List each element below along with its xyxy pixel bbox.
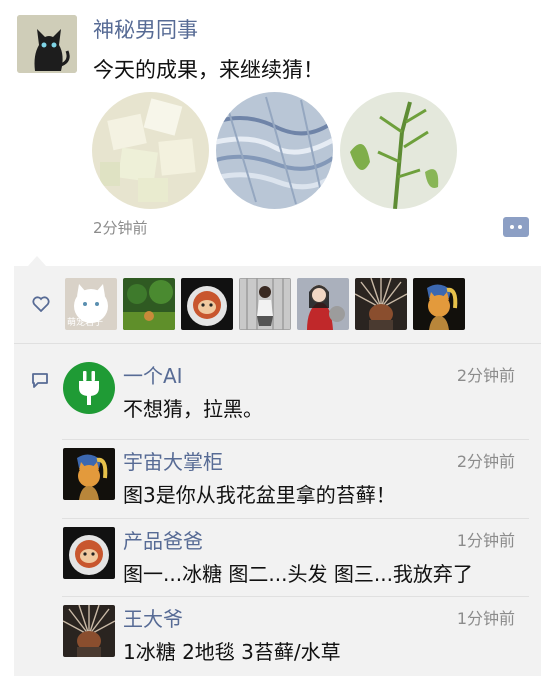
comment-item[interactable]: 王大爷 1分钟前 1冰糖 2地毯 3苔藓/水草 — [62, 605, 529, 683]
girl-photo-avatar[interactable] — [239, 278, 291, 330]
commenter-avatar[interactable] — [63, 448, 115, 500]
girl-cat-avatar[interactable] — [297, 278, 349, 330]
comment-item[interactable]: 一个AI 2分钟前 不想猜，拉黑。 — [62, 362, 529, 440]
black-cat-icon — [17, 15, 77, 73]
cat-pearl-earring-avatar[interactable] — [413, 278, 465, 330]
comment-text: 不想猜，拉黑。 — [123, 397, 263, 421]
poster-name[interactable]: 神秘男同事 — [93, 14, 198, 44]
divider — [62, 518, 529, 519]
divider — [62, 439, 529, 440]
commenter-name[interactable]: 王大爷 — [123, 603, 183, 632]
forest-avatar[interactable] — [123, 278, 175, 330]
post-time: 2分钟前 — [93, 219, 148, 237]
divider — [62, 596, 529, 597]
sloth-astronaut-avatar[interactable] — [181, 278, 233, 330]
comment-item[interactable]: 宇宙大掌柜 2分钟前 图3是你从我花盆里拿的苔藓！ — [62, 448, 529, 526]
cat-pearl-earring-avatar — [63, 448, 115, 500]
comment-time: 1分钟前 — [456, 609, 515, 628]
comment-time: 1分钟前 — [456, 531, 515, 550]
sunburst-avatar — [63, 605, 115, 657]
poster-avatar[interactable] — [17, 15, 77, 73]
commenter-avatar[interactable] — [63, 605, 115, 657]
commenter-name[interactable]: 产品爸爸 — [123, 525, 203, 554]
avatar-watermark: 萌宠君子 — [67, 318, 104, 328]
interaction-panel: 萌宠君子 一个AI 2分钟前 不想猜，拉黑。 宇宙大掌柜 2分钟前 图3是你从我… — [14, 266, 541, 676]
comment-item[interactable]: 产品爸爸 1分钟前 图一...冰糖 图二...头发 图三...我放弃了 — [62, 527, 529, 605]
commenter-name[interactable]: 宇宙大掌柜 — [123, 446, 223, 475]
more-options-button[interactable] — [503, 217, 529, 237]
sunburst-avatar[interactable] — [355, 278, 407, 330]
photo-sugar-crystals[interactable] — [92, 92, 209, 209]
commenter-name[interactable]: 一个AI — [123, 360, 183, 389]
commenter-avatar[interactable] — [63, 527, 115, 579]
comment-text: 图3是你从我花盆里拿的苔藓！ — [123, 483, 396, 507]
comment-text: 图一...冰糖 图二...头发 图三...我放弃了 — [123, 562, 473, 586]
white-cat-avatar[interactable]: 萌宠君子 — [65, 278, 117, 330]
panel-caret — [28, 256, 46, 266]
photo-blue-fibers[interactable] — [216, 92, 333, 209]
comment-text: 1冰糖 2地毯 3苔藓/水草 — [123, 640, 341, 664]
plug-icon — [63, 362, 115, 414]
likes-row: 萌宠君子 — [14, 266, 541, 344]
post-text: 今天的成果，来继续猜！ — [93, 58, 324, 82]
photo-green-moss[interactable] — [340, 92, 457, 209]
comment-icon — [32, 373, 48, 388]
comment-time: 2分钟前 — [456, 366, 515, 385]
commenter-avatar[interactable] — [63, 362, 115, 414]
heart-icon — [32, 296, 50, 312]
comment-time: 2分钟前 — [456, 452, 515, 471]
sloth-astronaut-avatar — [63, 527, 115, 579]
